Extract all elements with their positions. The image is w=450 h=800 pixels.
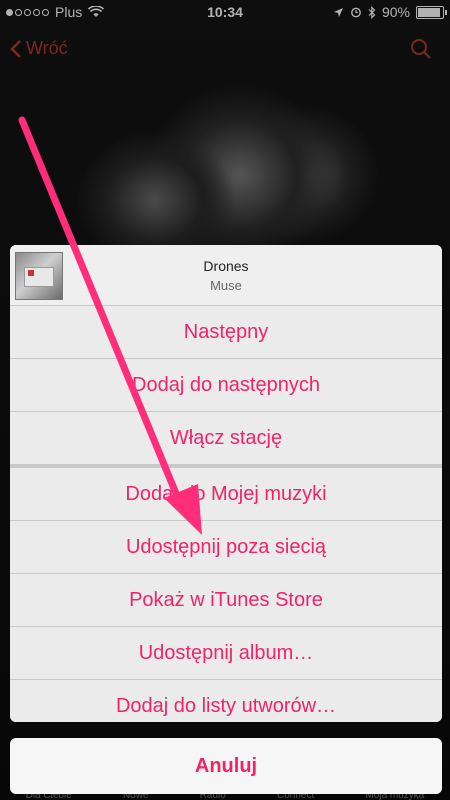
action-sheet: Drones Muse Następny Dodaj do następnych… bbox=[10, 245, 442, 722]
song-title: Drones bbox=[203, 258, 249, 274]
artist-name: Muse bbox=[210, 278, 242, 293]
add-to-my-music-button[interactable]: Dodaj do Mojej muzyki bbox=[10, 468, 442, 521]
add-to-playlist-button[interactable]: Dodaj do listy utworów… bbox=[10, 680, 442, 722]
add-to-up-next-button[interactable]: Dodaj do następnych bbox=[10, 359, 442, 412]
make-available-offline-button[interactable]: Udostępnij poza siecią bbox=[10, 521, 442, 574]
share-album-button[interactable]: Udostępnij album… bbox=[10, 627, 442, 680]
start-station-button[interactable]: Włącz stację bbox=[10, 412, 442, 464]
cancel-button[interactable]: Anuluj bbox=[10, 738, 442, 794]
play-next-button[interactable]: Następny bbox=[10, 306, 442, 359]
song-header: Drones Muse bbox=[10, 245, 442, 306]
show-in-itunes-store-button[interactable]: Pokaż w iTunes Store bbox=[10, 574, 442, 627]
music-app-screen: Plus 10:34 90% Wróć Dla Ciebie Nowe Radi… bbox=[0, 0, 450, 800]
